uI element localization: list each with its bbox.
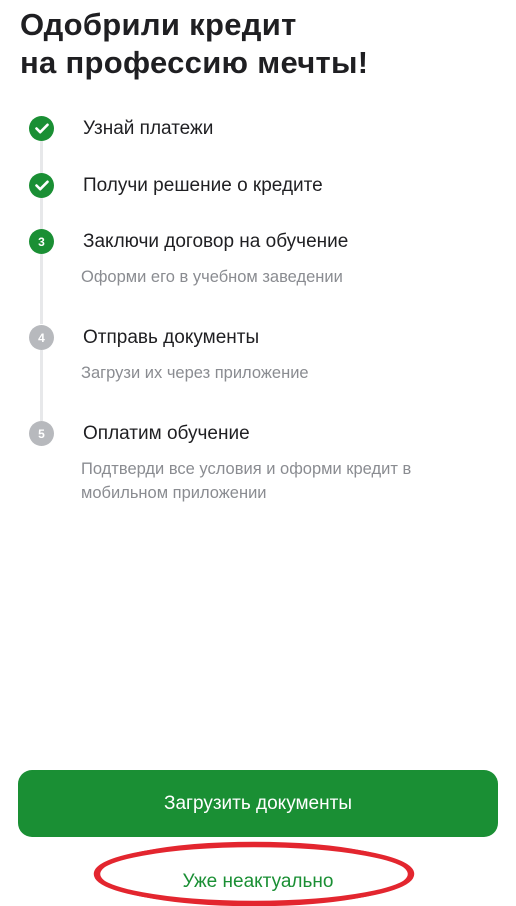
step-connector: [40, 140, 43, 174]
step-connector: [40, 254, 43, 324]
step-number-badge: 3: [29, 229, 54, 254]
step-number-badge: 4: [29, 325, 54, 350]
step-subtitle: Оформи его в учебном заведении: [81, 268, 343, 286]
step-connector: [40, 197, 43, 231]
step-done-check-icon: [29, 173, 54, 198]
upload-documents-button[interactable]: Загрузить документы: [18, 770, 498, 837]
step-done-check-icon: [29, 116, 54, 141]
step-title: Узнай платежи: [83, 118, 214, 139]
step-subtitle: Подтверди все условия и оформи кредит в …: [81, 460, 412, 502]
not-relevant-link[interactable]: Уже неактуально: [100, 866, 416, 898]
step-title: Заключи договор на обучение: [83, 231, 349, 252]
step-subtitle: Загрузи их через приложение: [81, 364, 309, 382]
progress-stepper: Узнай платежи Получи решение о кредите 3…: [0, 0, 516, 520]
step-title: Оплатим обучение: [83, 423, 250, 444]
step-title: Отправь документы: [83, 327, 260, 348]
step-title: Получи решение о кредите: [83, 175, 323, 196]
step-connector: [40, 350, 43, 421]
step-number-badge: 5: [29, 421, 54, 446]
